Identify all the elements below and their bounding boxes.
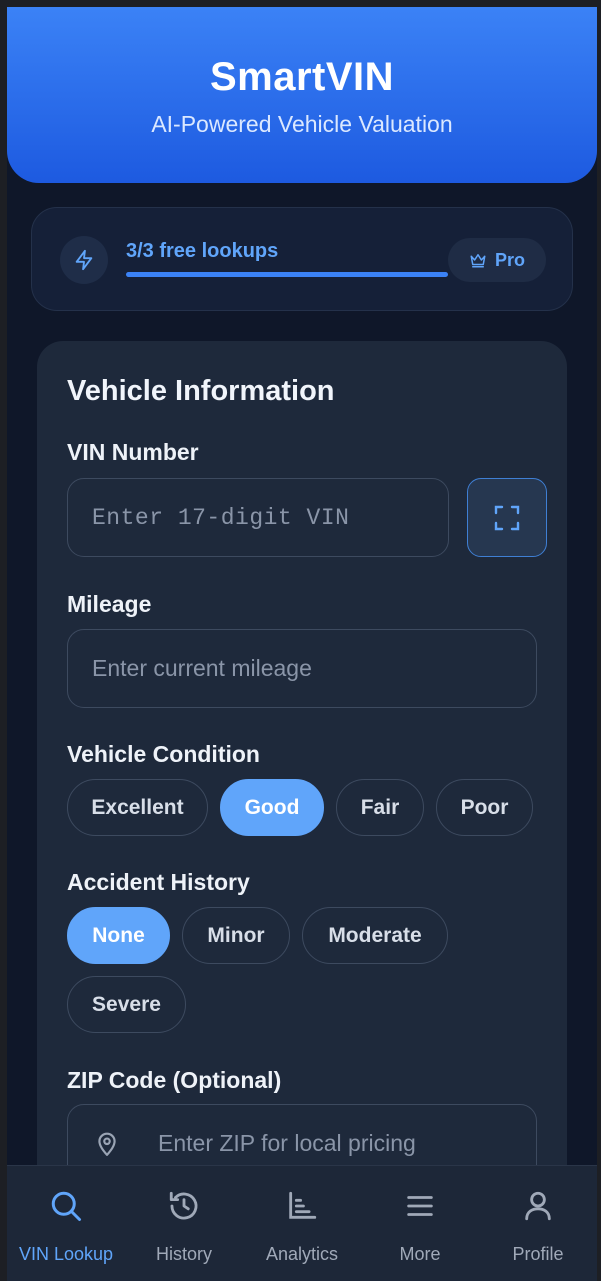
- search-icon: [48, 1186, 84, 1226]
- bottom-tab-bar: VIN Lookup History Analytics More Profil…: [7, 1165, 597, 1281]
- free-lookups-progress: [126, 272, 448, 277]
- tab-more[interactable]: More: [361, 1166, 479, 1281]
- zip-label: ZIP Code (Optional): [67, 1067, 282, 1093]
- lightning-icon: [60, 236, 108, 284]
- menu-icon: [403, 1186, 437, 1226]
- free-lookups-text: 3/3 free lookups: [126, 240, 279, 262]
- condition-option-good[interactable]: Good: [220, 779, 324, 836]
- app-title: SmartVIN: [209, 55, 395, 99]
- form-title: Vehicle Information: [67, 375, 335, 407]
- mileage-input-placeholder: Enter current mileage: [92, 655, 312, 681]
- zip-input-placeholder: Enter ZIP for local pricing: [158, 1130, 416, 1156]
- condition-label: Vehicle Condition: [67, 741, 260, 767]
- vehicle-information-form: Vehicle Information VIN Number Enter 17-…: [37, 341, 567, 1281]
- free-lookups-progress-fill: [126, 272, 448, 277]
- accident-option-minor[interactable]: Minor: [182, 907, 290, 964]
- tab-analytics[interactable]: Analytics: [243, 1166, 361, 1281]
- condition-option-poor[interactable]: Poor: [436, 779, 533, 836]
- history-icon: [167, 1186, 201, 1226]
- app-header: SmartVIN AI-Powered Vehicle Valuation: [7, 7, 597, 183]
- tab-history-label: History: [155, 1244, 212, 1264]
- user-icon: [521, 1186, 555, 1226]
- app-screen: SmartVIN AI-Powered Vehicle Valuation 3/…: [7, 7, 597, 1281]
- app-subtitle: AI-Powered Vehicle Valuation: [151, 111, 453, 137]
- upgrade-pro-label: Pro: [494, 249, 525, 270]
- vin-input[interactable]: Enter 17-digit VIN: [67, 478, 449, 557]
- accident-option-moderate[interactable]: Moderate: [302, 907, 448, 964]
- analytics-icon: [285, 1186, 319, 1226]
- accident-option-severe[interactable]: Severe: [67, 976, 186, 1033]
- scan-icon: [494, 505, 520, 530]
- mileage-label: Mileage: [67, 591, 152, 617]
- free-lookups-card: 3/3 free lookups Pro: [31, 207, 573, 311]
- tab-more-label: More: [399, 1244, 441, 1264]
- vin-label: VIN Number: [67, 439, 199, 465]
- vin-input-placeholder: Enter 17-digit VIN: [92, 504, 350, 531]
- condition-option-excellent[interactable]: Excellent: [67, 779, 208, 836]
- tab-vin-lookup-label: VIN Lookup: [18, 1244, 114, 1264]
- tab-vin-lookup[interactable]: VIN Lookup: [7, 1166, 125, 1281]
- condition-option-fair[interactable]: Fair: [336, 779, 424, 836]
- crown-icon: [470, 254, 486, 268]
- tab-history[interactable]: History: [125, 1166, 243, 1281]
- scan-vin-button[interactable]: [467, 478, 547, 557]
- accident-option-none[interactable]: None: [67, 907, 170, 964]
- accident-label: Accident History: [67, 869, 250, 895]
- upgrade-pro-button[interactable]: Pro: [448, 238, 546, 282]
- tab-analytics-label: Analytics: [265, 1244, 339, 1264]
- mileage-input[interactable]: Enter current mileage: [67, 629, 537, 708]
- tab-profile[interactable]: Profile: [479, 1166, 597, 1281]
- location-pin-icon: [98, 1132, 116, 1156]
- tab-profile-label: Profile: [512, 1244, 564, 1264]
